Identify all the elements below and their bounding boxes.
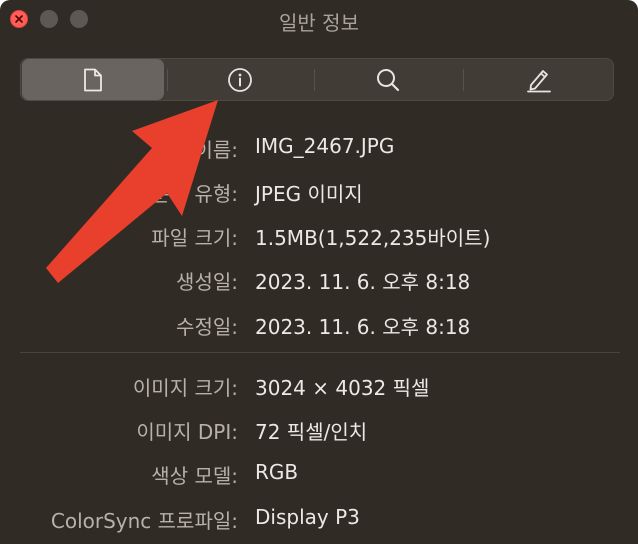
file-name-value: IMG_2467.JPG bbox=[255, 134, 395, 158]
title-bar[interactable]: 일반 정보 bbox=[0, 0, 638, 38]
document-icon bbox=[84, 68, 102, 91]
pencil-icon bbox=[526, 69, 551, 92]
image-dpi-label: 이미지 DPI: bbox=[136, 420, 238, 444]
tab-more-info[interactable] bbox=[168, 59, 312, 100]
colorsync-value: Display P3 bbox=[255, 505, 360, 529]
tab-keywords[interactable] bbox=[315, 59, 461, 100]
color-model-label: 색상 모델: bbox=[151, 464, 238, 488]
tab-annotations[interactable] bbox=[464, 59, 613, 100]
modified-label: 수정일: bbox=[176, 315, 238, 339]
image-size-label: 이미지 크기: bbox=[132, 376, 238, 400]
search-icon bbox=[377, 68, 400, 91]
created-label: 생성일: bbox=[176, 270, 238, 294]
tab-general-info[interactable] bbox=[22, 59, 164, 100]
file-size-label: 파일 크기: bbox=[151, 226, 238, 250]
image-dpi-value: 72 픽셀/인치 bbox=[255, 420, 368, 444]
window-title: 일반 정보 bbox=[279, 11, 359, 35]
inspector-tab-bar bbox=[20, 58, 614, 101]
created-value: 2023. 11. 6. 오후 8:18 bbox=[255, 270, 471, 294]
section-divider bbox=[20, 352, 620, 353]
row-color-model: 색상 모델: RGB bbox=[0, 460, 638, 490]
row-file-name: 파일 이름: IMG_2467.JPG bbox=[0, 134, 638, 164]
info-window: 일반 정보 파일 이름: IMG_2467.JPG 문서 유형: JPEG 이미… bbox=[0, 0, 638, 544]
row-image-dpi: 이미지 DPI: 72 픽셀/인치 bbox=[0, 416, 638, 446]
row-image-size: 이미지 크기: 3024 × 4032 픽셀 bbox=[0, 372, 638, 402]
row-modified: 수정일: 2023. 11. 6. 오후 8:18 bbox=[0, 311, 638, 341]
kind-label: 문서 유형: bbox=[151, 182, 238, 206]
file-size-value: 1.5MB(1,522,235바이트) bbox=[255, 226, 491, 250]
row-file-size: 파일 크기: 1.5MB(1,522,235바이트) bbox=[0, 222, 638, 252]
modified-value: 2023. 11. 6. 오후 8:18 bbox=[255, 315, 471, 339]
row-created: 생성일: 2023. 11. 6. 오후 8:18 bbox=[0, 266, 638, 296]
colorsync-label: ColorSync 프로파일: bbox=[50, 509, 238, 533]
kind-value: JPEG 이미지 bbox=[255, 182, 363, 206]
row-colorsync-profile: ColorSync 프로파일: Display P3 bbox=[0, 505, 638, 535]
row-kind: 문서 유형: JPEG 이미지 bbox=[0, 178, 638, 208]
image-size-value: 3024 × 4032 픽셀 bbox=[255, 376, 430, 400]
file-name-label: 파일 이름: bbox=[151, 138, 238, 162]
info-icon bbox=[228, 67, 252, 92]
color-model-value: RGB bbox=[255, 460, 299, 484]
